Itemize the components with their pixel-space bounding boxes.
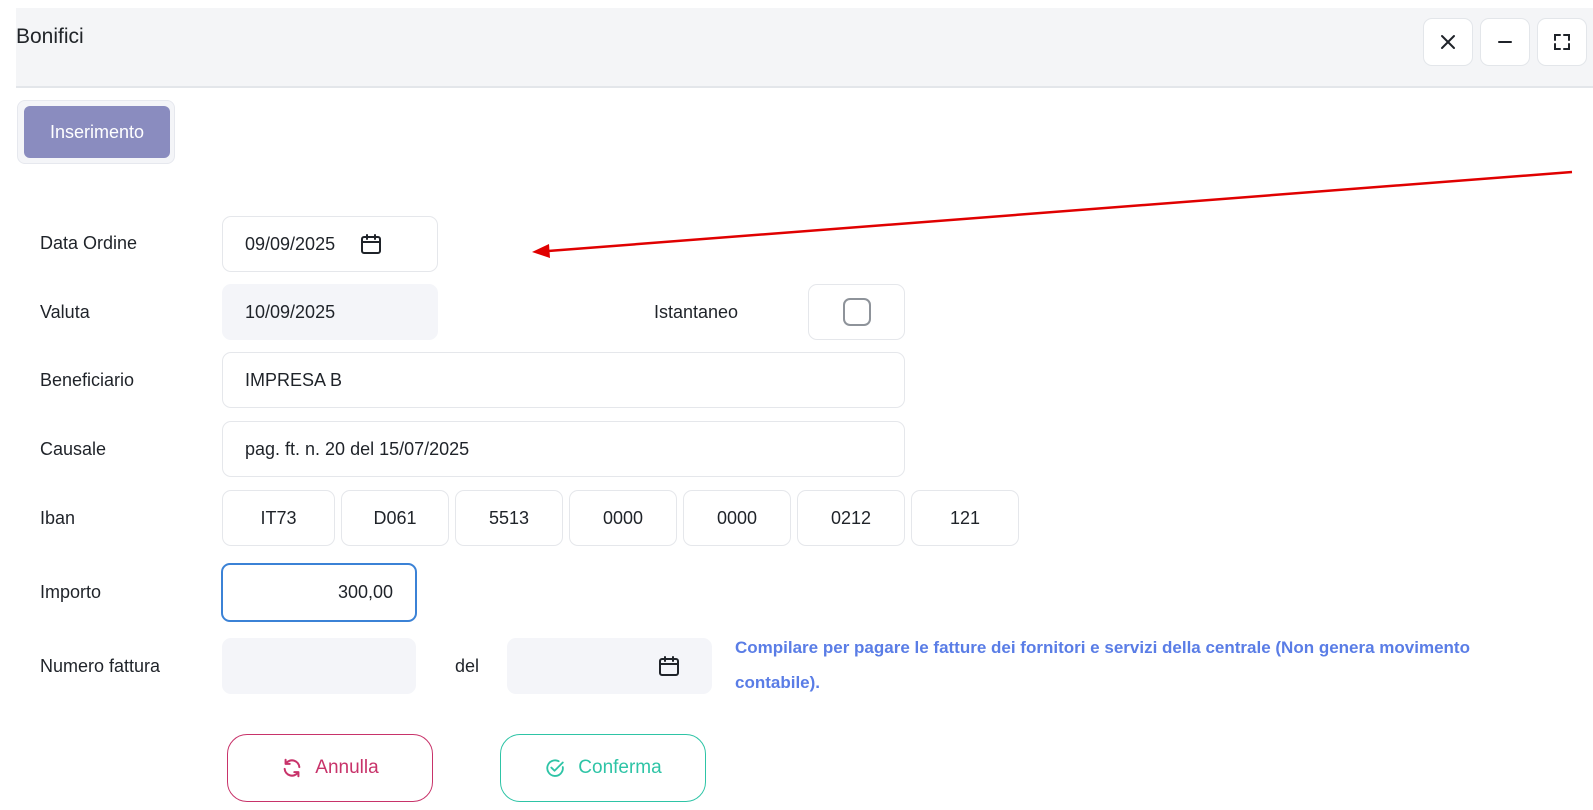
iban-part-5[interactable]: 0000 <box>683 490 791 546</box>
importo-input[interactable]: 300,00 <box>221 563 417 622</box>
causale-label: Causale <box>40 439 107 459</box>
istantaneo-checkbox[interactable] <box>842 298 871 326</box>
numero-fattura-label: Numero fattura <box>40 656 161 676</box>
data-ordine-value: 09/09/2025 <box>245 233 336 254</box>
window-titlebar: Bonifici <box>16 8 1593 88</box>
check-circle-icon <box>546 759 564 777</box>
istantaneo-label: Istantaneo <box>654 302 739 322</box>
conferma-button[interactable]: Conferma <box>500 734 706 802</box>
window-title: Bonifici <box>16 25 84 48</box>
iban-part-2[interactable]: D061 <box>341 490 449 546</box>
beneficiario-value: IMPRESA B <box>245 369 343 390</box>
maximize-button[interactable] <box>1537 18 1587 66</box>
iban-part-1[interactable]: IT73 <box>222 490 335 546</box>
iban-part-6[interactable]: 0212 <box>797 490 905 546</box>
conferma-button-label: Conferma <box>578 757 662 778</box>
minimize-icon <box>1498 41 1512 43</box>
valuta-field: 10/09/2025 <box>222 284 438 340</box>
causale-value: pag. ft. n. 20 del 15/07/2025 <box>245 438 470 459</box>
annulla-button[interactable]: Annulla <box>227 734 433 802</box>
calendar-icon[interactable] <box>359 232 383 256</box>
data-ordine-label: Data Ordine <box>40 233 138 253</box>
del-date-field <box>507 638 712 694</box>
valuta-value: 10/09/2025 <box>245 301 336 322</box>
iban-label: Iban <box>40 508 76 528</box>
close-icon <box>1441 35 1455 49</box>
importo-value: 300,00 <box>337 582 393 602</box>
tab-inserimento[interactable]: Inserimento <box>24 106 170 158</box>
beneficiario-input[interactable]: IMPRESA B <box>222 352 905 408</box>
refresh-icon <box>283 758 301 778</box>
causale-input[interactable]: pag. ft. n. 20 del 15/07/2025 <box>222 421 905 477</box>
minimize-button[interactable] <box>1480 18 1530 66</box>
tab-bar: Inserimento <box>17 100 175 164</box>
iban-part-4[interactable]: 0000 <box>569 490 677 546</box>
beneficiario-label: Beneficiario <box>40 370 135 390</box>
importo-label: Importo <box>40 582 102 602</box>
numero-fattura-field <box>222 638 416 694</box>
close-button[interactable] <box>1423 18 1473 66</box>
iban-part-7[interactable]: 121 <box>911 490 1019 546</box>
calendar-icon <box>657 654 681 678</box>
annulla-button-label: Annulla <box>315 757 379 778</box>
valuta-label: Valuta <box>40 302 90 322</box>
istantaneo-checkbox-wrapper <box>808 284 905 340</box>
info-message: Compilare per pagare le fatture dei forn… <box>735 638 1470 692</box>
iban-part-3[interactable]: 5513 <box>455 490 563 546</box>
data-ordine-field[interactable]: 09/09/2025 <box>222 216 438 272</box>
del-label: del <box>455 656 480 676</box>
maximize-icon <box>1554 34 1570 50</box>
